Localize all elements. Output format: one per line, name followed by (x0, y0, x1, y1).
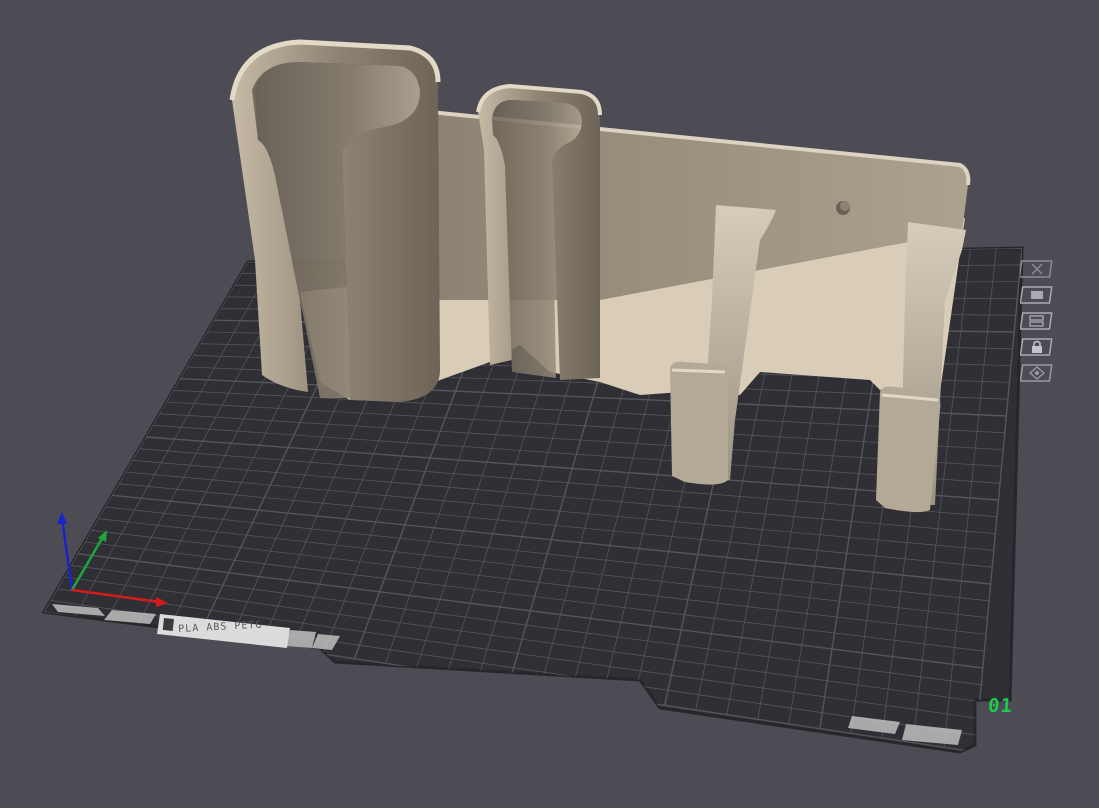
lock-icon (1020, 338, 1053, 356)
hook-right-tip (876, 386, 941, 513)
3d-viewport[interactable] (0, 0, 1099, 808)
hook-left-tip (670, 361, 729, 485)
z-axis-arrow-icon (57, 512, 67, 524)
arrange-icon (1020, 312, 1053, 330)
orient-icon (1020, 286, 1053, 304)
settings-icon (1020, 364, 1053, 382)
brand-logo-icon (162, 618, 174, 631)
close-icon (1020, 260, 1053, 278)
lock-plate-button[interactable] (1019, 336, 1055, 358)
plate-notch (286, 630, 316, 648)
delete-plate-button[interactable] (1019, 258, 1055, 280)
arrange-button[interactable] (1019, 310, 1055, 332)
plate-toolbar (1019, 258, 1067, 386)
auto-orient-button[interactable] (1019, 284, 1055, 306)
plate-settings-button[interactable] (1019, 362, 1055, 384)
plate-index-label: 01 (987, 695, 1014, 717)
